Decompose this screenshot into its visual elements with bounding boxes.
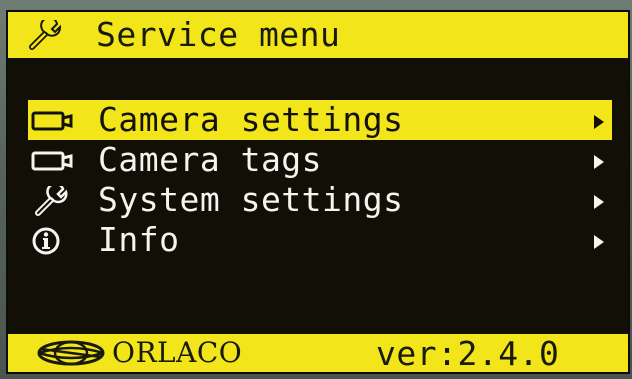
monitor-screen: Service menu Camera settings Camera tags: [8, 12, 628, 372]
chevron-right-icon: [594, 195, 604, 209]
camera-icon: [31, 111, 73, 131]
info-icon: [32, 227, 60, 255]
menu-item-label: Info: [98, 220, 180, 259]
wrench-icon: [29, 20, 62, 50]
camera-icon: [31, 151, 73, 171]
menu-item-camera-settings[interactable]: Camera settings: [28, 100, 612, 140]
menu-item-camera-tags[interactable]: Camera tags: [28, 140, 612, 180]
orlaco-logo-icon: [37, 340, 105, 366]
chevron-right-icon: [594, 155, 604, 169]
chevron-right-icon: [594, 235, 604, 249]
menu-item-info[interactable]: Info: [28, 220, 612, 260]
wrench-icon: [35, 186, 68, 216]
menu-item-label: Camera settings: [98, 100, 404, 139]
version-label: ver:2.4.0: [376, 334, 560, 372]
brand-logo-text: ORLACO: [112, 336, 243, 369]
menu-item-system-settings[interactable]: System settings: [28, 180, 612, 220]
page-title: Service menu: [96, 15, 341, 54]
chevron-right-icon: [594, 115, 604, 129]
footer-bar: ORLACO ver:2.4.0: [8, 334, 628, 372]
title-bar: Service menu: [8, 12, 628, 58]
menu-item-label: System settings: [98, 180, 404, 219]
menu-item-label: Camera tags: [98, 140, 323, 179]
